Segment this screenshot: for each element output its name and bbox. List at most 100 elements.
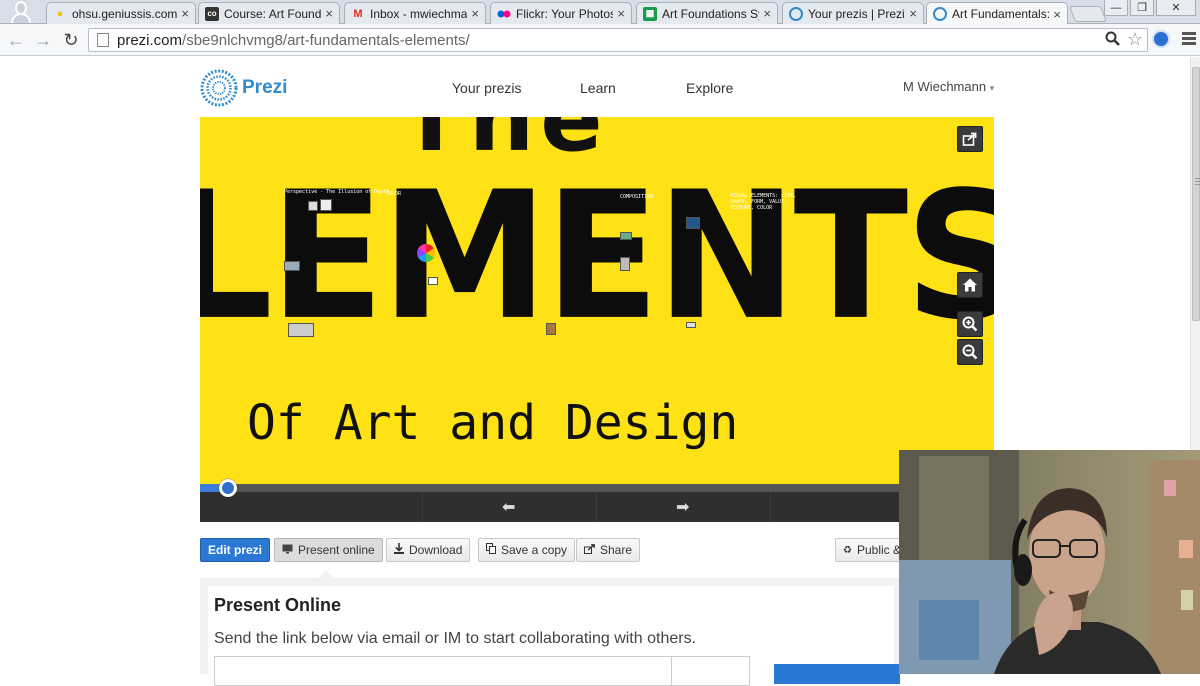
home-icon[interactable] [957,272,983,298]
panel-image [288,323,314,337]
tab-title: ohsu.geniussis.com [72,6,178,21]
search-icon[interactable] [1105,31,1121,51]
sheets-icon: ▦ [643,6,657,21]
download-icon [394,543,404,557]
button-label: Share [600,543,633,557]
close-tab-icon[interactable]: × [181,6,189,21]
zoom-in-icon[interactable] [957,311,983,337]
panel-perspective: Perspective - The Illusion of Depth [284,189,390,195]
tab-title: Art Fundamentals: Elements [952,7,1050,21]
panel-pointer [318,570,334,578]
panel-color: COLOR [386,191,402,197]
recycle-icon: ♻ [843,544,852,556]
canvas-title-elements: LEMENTS [200,154,994,360]
nav-explore[interactable]: Explore [686,80,733,96]
browser-tabstrip: ● ohsu.geniussis.com × co Course: Art Fo… [0,0,1200,25]
forward-icon[interactable]: → [33,30,53,51]
prezi-canvas[interactable]: The LEMENTS Perspective - The Illusion o… [200,117,994,485]
panel-description: Send the link below via email or IM to s… [214,630,697,647]
progress-track[interactable] [200,484,900,492]
player-divider [596,492,597,522]
button-label: Edit prezi [208,543,263,557]
tab-title: Course: Art Foundations [224,6,322,21]
edit-prezi-button[interactable]: Edit prezi [200,538,271,562]
button-label: Public & [856,543,901,557]
profile-icon[interactable] [8,1,34,24]
zoom-out-icon[interactable] [957,339,983,365]
tab-title: Inbox - mwiechmann [370,6,468,21]
tab-flickr[interactable]: Flickr: Your Photostream × [490,2,632,24]
close-tab-icon[interactable]: × [325,6,333,21]
webcam-overlay [899,450,1200,674]
nav-your-prezis[interactable]: Your prezis [452,80,522,96]
share-link-field[interactable] [214,656,672,686]
panel-image [620,257,630,271]
prezi-logo-icon [200,69,238,107]
address-bar[interactable]: prezi.com/sbe9nlchvmg8/art-fundamentals-… [88,28,1148,52]
bulb-icon: ● [56,7,64,20]
window-controls: — ❐ ✕ [1104,0,1196,16]
color-wheel-icon [417,244,435,262]
extension-icon[interactable] [1152,30,1170,48]
close-tab-icon[interactable]: × [471,6,479,21]
close-tab-icon[interactable]: × [763,6,771,21]
present-online-button[interactable]: Present online [274,538,383,562]
flickr-icon [497,7,511,21]
player-divider [422,492,423,522]
panel-image [546,323,556,335]
url-path: /sbe9nlchvmg8/art-fundamentals-elements/ [182,31,470,49]
prezi-icon [789,6,803,21]
prezi-logo[interactable]: Prezi [200,69,287,107]
download-button[interactable]: Download [386,538,471,562]
menu-icon[interactable] [1182,32,1196,47]
share-canvas-icon[interactable] [957,126,983,152]
close-tab-icon[interactable]: × [1053,7,1061,22]
next-step-icon[interactable]: ➡ [676,497,689,517]
scrollbar-thumb[interactable] [1192,67,1200,321]
close-window-icon[interactable]: ✕ [1156,0,1196,16]
maximize-icon[interactable]: ❐ [1130,0,1154,16]
url-host: prezi.com [117,31,183,49]
tab-title: Flickr: Your Photostream [516,6,613,21]
tab-course[interactable]: co Course: Art Foundations × [198,2,340,24]
button-label: Save a copy [501,543,568,557]
canvas-subtitle: Of Art and Design [247,395,739,451]
share-button[interactable]: Share [576,538,641,562]
share-link-addon[interactable] [672,656,750,686]
tab-syllabus[interactable]: ▦ Art Foundations Syllabus × [636,2,778,24]
back-icon[interactable]: ← [6,30,26,51]
webcam-feed-image [899,450,1200,674]
tab-your-prezis[interactable]: Your prezis | Prezi × [782,2,924,24]
panel-image [686,322,696,328]
new-tab-button[interactable] [1069,6,1107,22]
copy-icon [486,543,496,557]
panel-image [320,199,332,211]
close-tab-icon[interactable]: × [909,6,917,21]
present-now-button[interactable] [774,664,900,684]
logo-text: Prezi [242,77,288,98]
nav-learn[interactable]: Learn [580,80,616,96]
reload-icon[interactable]: ↻ [61,30,81,51]
progress-handle[interactable] [219,479,237,497]
panel-image [308,201,318,211]
page-icon [97,33,109,47]
panel-image [620,232,632,240]
user-menu[interactable]: M Wiechmann ▾ [903,79,994,94]
panel-composition: COMPOSITION [620,194,654,200]
tab-art-fundamentals[interactable]: Art Fundamentals: Elements × [926,2,1068,25]
tab-ohsu[interactable]: ● ohsu.geniussis.com × [46,2,196,24]
close-tab-icon[interactable]: × [617,6,625,21]
previous-step-icon[interactable]: ⬅ [502,497,515,517]
tab-inbox[interactable]: M Inbox - mwiechmann × [344,2,486,24]
tab-title: Art Foundations Syllabus [662,6,759,21]
privacy-button[interactable]: ♻ Public & [835,538,905,562]
share-icon [584,543,595,557]
panel-image [284,261,300,271]
save-copy-button[interactable]: Save a copy [478,538,576,562]
url-text: prezi.com/sbe9nlchvmg8/art-fundamentals-… [117,32,470,49]
bookmark-star-icon[interactable]: ☆ [1127,29,1143,50]
button-label: Present online [298,543,375,557]
player-bar: ⬅ ➡ [200,479,900,522]
present-online-panel: Present Online Send the link below via e… [200,578,902,686]
minimize-icon[interactable]: — [1104,0,1128,16]
